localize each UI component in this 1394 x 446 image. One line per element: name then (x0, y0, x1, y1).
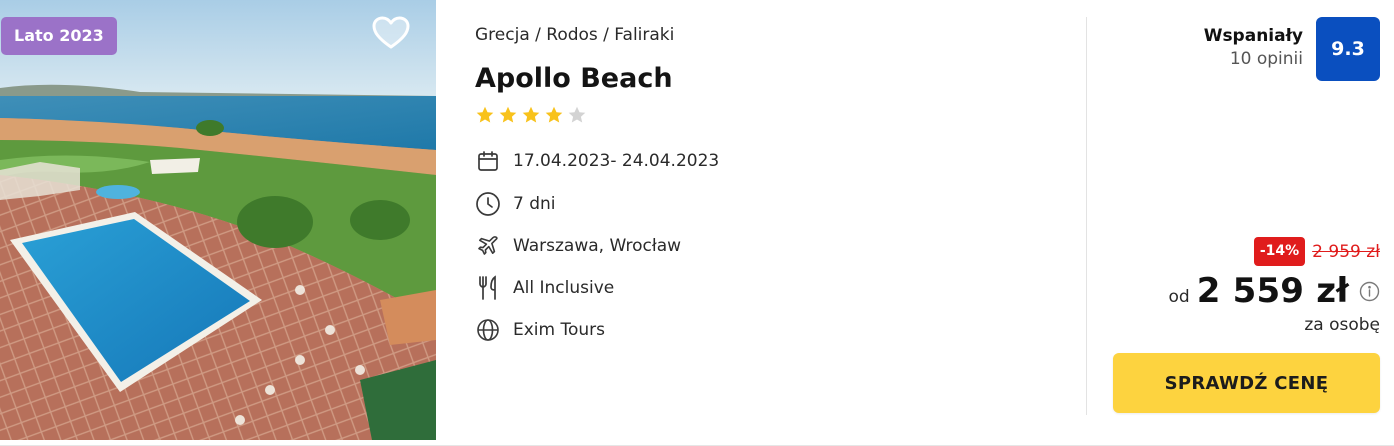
season-badge: Lato 2023 (1, 17, 117, 55)
info-icon[interactable] (1359, 281, 1380, 302)
feature-duration: 7 dni (475, 192, 719, 216)
star-filled-icon (499, 106, 517, 123)
plane-icon (475, 233, 501, 259)
rating-count: 10 opinii (1229, 49, 1303, 69)
star-empty-icon (568, 106, 586, 123)
feature-departure: Warszawa, Wrocław (475, 234, 719, 258)
globe-icon (475, 317, 501, 343)
hotel-photo[interactable]: Lato 2023 (0, 0, 436, 440)
heart-outline-icon (372, 16, 410, 49)
feature-board-text: All Inclusive (513, 278, 615, 298)
discount-badge: -14% (1253, 237, 1306, 266)
cutlery-icon (475, 275, 501, 301)
price-prefix: od (1168, 287, 1190, 307)
feature-board: All Inclusive (475, 275, 719, 301)
hotel-details: Grecja / Rodos / Faliraki Apollo Beach 1… (475, 22, 719, 360)
offer-card[interactable]: Lato 2023 Grecja / Rodos / Faliraki Apol… (0, 0, 1394, 446)
rating-label: Wspaniały (1203, 26, 1303, 46)
calendar-icon (475, 148, 501, 174)
divider (1086, 17, 1087, 415)
star-filled-icon (545, 106, 563, 123)
hotel-photo-image (0, 0, 436, 440)
favorite-button[interactable] (370, 14, 412, 52)
price-row: od 2 559 zł (1168, 271, 1380, 311)
star-filled-icon (476, 106, 494, 123)
old-price: 2 959 zł (1312, 241, 1380, 262)
rating-score-badge[interactable]: 9.3 (1316, 17, 1380, 81)
feature-operator: Exim Tours (475, 318, 719, 342)
feature-dates-text: 17.04.2023- 24.04.2023 (513, 151, 720, 171)
feature-operator-text: Exim Tours (513, 320, 606, 340)
check-price-button[interactable]: SPRAWDŹ CENĘ (1113, 353, 1380, 413)
per-person-label: za osobę (1304, 315, 1380, 335)
star-filled-icon (522, 106, 540, 123)
old-price-row: -14% 2 959 zł (1253, 237, 1380, 266)
feature-duration-text: 7 dni (513, 194, 556, 214)
breadcrumb[interactable]: Grecja / Rodos / Faliraki (475, 22, 719, 48)
rating-summary[interactable]: Wspaniały 10 opinii (1204, 25, 1303, 71)
current-price: 2 559 zł (1196, 271, 1349, 311)
feature-departure-text: Warszawa, Wrocław (513, 236, 682, 256)
feature-list: 17.04.2023- 24.04.2023 7 dni Warszawa, W… (475, 149, 719, 342)
star-rating (475, 105, 719, 125)
clock-icon (475, 191, 501, 217)
hotel-name[interactable]: Apollo Beach (475, 63, 719, 95)
feature-dates: 17.04.2023- 24.04.2023 (475, 149, 719, 173)
